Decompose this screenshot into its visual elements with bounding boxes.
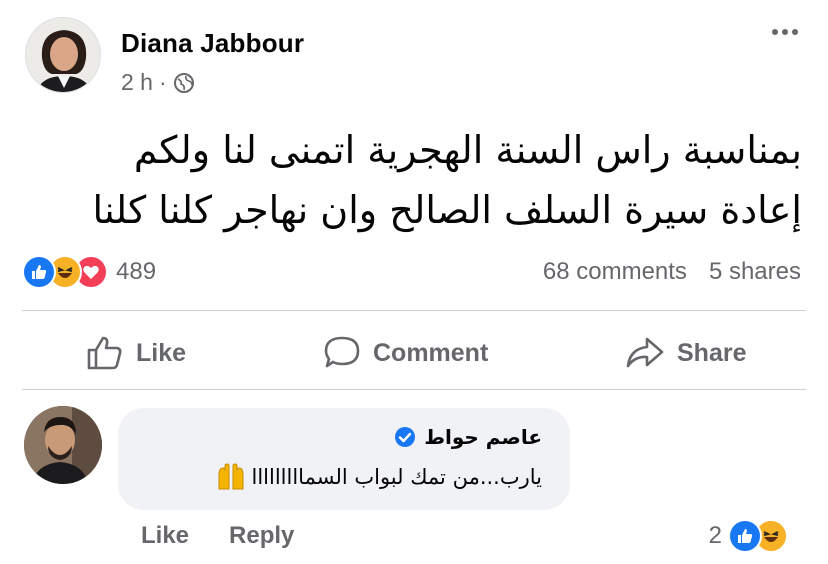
divider-bottom [22, 389, 806, 390]
comment-label: Comment [373, 338, 489, 367]
comments-count-link[interactable]: 68 comments [543, 258, 687, 286]
comment-text: يارب...من تمك لبواب السمااااااااا [251, 465, 543, 489]
more-options-button[interactable] [768, 22, 802, 42]
commenter-avatar[interactable] [24, 406, 102, 484]
comment-bubble [118, 408, 570, 510]
post-text: بمناسبة راس السنة الهجرية اتمنى لنا ولكم… [22, 120, 802, 240]
comment-reply-button[interactable]: Reply [229, 522, 294, 550]
like-label: Like [136, 338, 187, 367]
author-photo [26, 18, 100, 92]
comment-reaction-count: 2 [708, 522, 722, 549]
post-text-line-2: إعادة سيرة السلف الصالح وان نهاجر كلنا ك… [92, 188, 802, 232]
comment-button[interactable]: Comment [323, 335, 488, 371]
post-author-name[interactable]: Diana Jabbour [121, 28, 304, 59]
globe-icon[interactable] [173, 72, 195, 94]
raised-hands-emoji-icon [218, 463, 243, 490]
reaction-count: 489 [116, 258, 157, 285]
thumbs-up-icon [87, 336, 122, 370]
share-label: Share [677, 338, 747, 367]
verified-badge-icon [395, 427, 416, 447]
divider-top [22, 310, 806, 311]
engagement-counts: 68 comments 5 shares [543, 258, 801, 286]
like-reaction-icon [728, 519, 762, 553]
post-meta: 2 h · [121, 69, 195, 96]
comment-author-name: عاصم حواط [424, 425, 542, 449]
share-button[interactable]: Share [625, 335, 746, 371]
comment-bubble-icon [324, 336, 360, 368]
like-button[interactable]: Like [86, 335, 186, 371]
comment-author[interactable]: عاصم حواط [394, 425, 542, 449]
author-avatar[interactable] [25, 17, 101, 93]
comment-like-button[interactable]: Like [141, 522, 189, 550]
comment-text-row: يارب...من تمك لبواب السمااااااااا [216, 463, 543, 491]
dot [782, 29, 788, 35]
dot [772, 29, 778, 35]
share-arrow-icon [626, 337, 664, 368]
post-text-line-1: بمناسبة راس السنة الهجرية اتمنى لنا ولكم [133, 128, 802, 172]
comment-reactions[interactable]: 2 [708, 519, 788, 553]
dot [792, 29, 798, 35]
reactions-summary[interactable]: 489 [22, 255, 156, 289]
commenter-photo [24, 406, 102, 484]
like-reaction-icon [22, 255, 56, 289]
post-time[interactable]: 2 h [121, 69, 153, 96]
shares-count-link[interactable]: 5 shares [709, 258, 801, 286]
comment-actions: Like Reply [141, 522, 294, 550]
meta-separator: · [158, 69, 167, 95]
